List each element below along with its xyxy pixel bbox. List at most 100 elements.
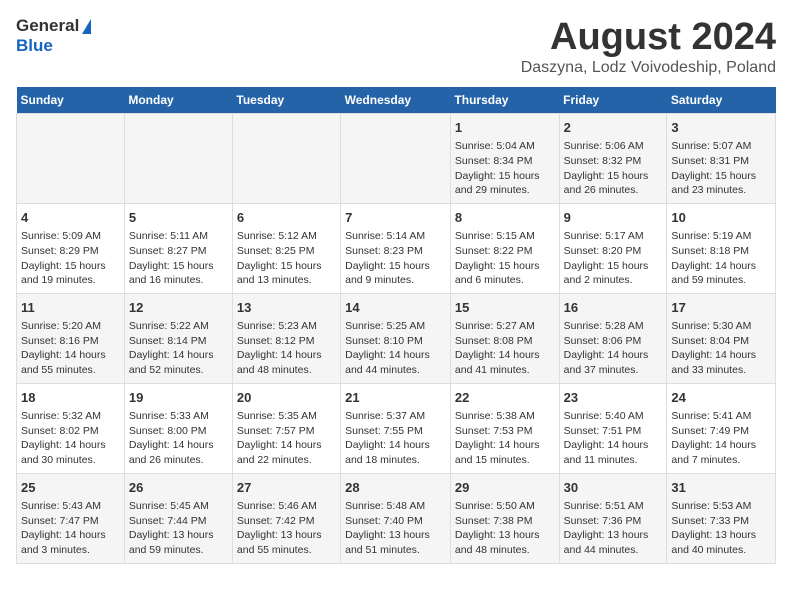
day-number: 20: [237, 389, 336, 407]
logo-blue: Blue: [16, 36, 53, 56]
header-wednesday: Wednesday: [341, 87, 451, 114]
calendar-cell: 1 Sunrise: 5:04 AM Sunset: 8:34 PM Daylig…: [450, 114, 559, 204]
calendar-cell: 22Sunrise: 5:38 AM Sunset: 7:53 PM Dayli…: [450, 383, 559, 473]
calendar-cell: 21 Sunrise: 5:37 AM Sunset: 7:55 PM Dayli…: [341, 383, 451, 473]
logo-general: General: [16, 16, 79, 36]
day-number: 7: [345, 209, 446, 227]
calendar-table: SundayMondayTuesdayWednesdayThursdayFrid…: [16, 87, 776, 564]
day-number: 15: [455, 299, 555, 317]
cell-content: Sunrise: 5:09 AM Sunset: 8:29 PM Dayligh…: [21, 229, 120, 288]
calendar-cell: 23 Sunrise: 5:40 AM Sunset: 7:51 PM Dayli…: [559, 383, 667, 473]
day-number: 26: [129, 479, 228, 497]
week-row-2: 4 Sunrise: 5:09 AM Sunset: 8:29 PM Daylig…: [17, 203, 776, 293]
calendar-cell: [232, 114, 340, 204]
day-number: 8: [455, 209, 555, 227]
calendar-cell: 14Sunrise: 5:25 AM Sunset: 8:10 PM Dayli…: [341, 293, 451, 383]
header: General Blue August 2024 Daszyna, Lodz V…: [16, 16, 776, 77]
calendar-cell: 20 Sunrise: 5:35 AM Sunset: 7:57 PM Dayli…: [232, 383, 340, 473]
cell-content: Sunrise: 5:04 AM Sunset: 8:34 PM Dayligh…: [455, 139, 555, 198]
calendar-cell: 24 Sunrise: 5:41 AM Sunset: 7:49 PM Dayli…: [667, 383, 776, 473]
page-subtitle: Daszyna, Lodz Voivodeship, Poland: [521, 59, 776, 77]
calendar-cell: [341, 114, 451, 204]
calendar-cell: 26Sunrise: 5:45 AM Sunset: 7:44 PM Dayli…: [124, 473, 232, 563]
header-saturday: Saturday: [667, 87, 776, 114]
calendar-cell: 28 Sunrise: 5:48 AM Sunset: 7:40 PM Dayli…: [341, 473, 451, 563]
calendar-cell: 13 Sunrise: 5:23 AM Sunset: 8:12 PM Dayli…: [232, 293, 340, 383]
calendar-cell: 27 Sunrise: 5:46 AM Sunset: 7:42 PM Dayli…: [232, 473, 340, 563]
header-sunday: Sunday: [17, 87, 125, 114]
day-number: 27: [237, 479, 336, 497]
calendar-cell: [124, 114, 232, 204]
day-number: 28: [345, 479, 446, 497]
calendar-cell: 31 Sunrise: 5:53 AM Sunset: 7:33 PM Dayli…: [667, 473, 776, 563]
cell-content: Sunrise: 5:15 AM Sunset: 8:22 PM Dayligh…: [455, 229, 555, 288]
calendar-cell: 19 Sunrise: 5:33 AM Sunset: 8:00 PM Dayli…: [124, 383, 232, 473]
cell-content: Sunrise: 5:37 AM Sunset: 7:55 PM Dayligh…: [345, 409, 446, 468]
day-number: 17: [671, 299, 771, 317]
calendar-cell: 7 Sunrise: 5:14 AM Sunset: 8:23 PM Daylig…: [341, 203, 451, 293]
day-number: 19: [129, 389, 228, 407]
calendar-cell: 30Sunrise: 5:51 AM Sunset: 7:36 PM Dayli…: [559, 473, 667, 563]
cell-content: Sunrise: 5:06 AM Sunset: 8:32 PM Dayligh…: [564, 139, 663, 198]
calendar-cell: 2 Sunrise: 5:06 AM Sunset: 8:32 PM Daylig…: [559, 114, 667, 204]
day-number: 23: [564, 389, 663, 407]
cell-content: Sunrise: 5:46 AM Sunset: 7:42 PM Dayligh…: [237, 499, 336, 558]
cell-content: Sunrise: 5:43 AM Sunset: 7:47 PM Dayligh…: [21, 499, 120, 558]
cell-content: Sunrise: 5:48 AM Sunset: 7:40 PM Dayligh…: [345, 499, 446, 558]
day-number: 2: [564, 119, 663, 137]
day-number: 29: [455, 479, 555, 497]
week-row-4: 18 Sunrise: 5:32 AM Sunset: 8:02 PM Dayli…: [17, 383, 776, 473]
cell-content: Sunrise: 5:30 AM Sunset: 8:04 PM Dayligh…: [671, 319, 771, 378]
calendar-cell: 12 Sunrise: 5:22 AM Sunset: 8:14 PM Dayli…: [124, 293, 232, 383]
page-title: August 2024: [521, 16, 776, 59]
day-number: 1: [455, 119, 555, 137]
header-friday: Friday: [559, 87, 667, 114]
cell-content: Sunrise: 5:14 AM Sunset: 8:23 PM Dayligh…: [345, 229, 446, 288]
cell-content: Sunrise: 5:33 AM Sunset: 8:00 PM Dayligh…: [129, 409, 228, 468]
cell-content: Sunrise: 5:12 AM Sunset: 8:25 PM Dayligh…: [237, 229, 336, 288]
day-number: 21: [345, 389, 446, 407]
day-number: 24: [671, 389, 771, 407]
week-row-5: 25Sunrise: 5:43 AM Sunset: 7:47 PM Dayli…: [17, 473, 776, 563]
cell-content: Sunrise: 5:41 AM Sunset: 7:49 PM Dayligh…: [671, 409, 771, 468]
day-number: 9: [564, 209, 663, 227]
calendar-cell: 9Sunrise: 5:17 AM Sunset: 8:20 PM Daylig…: [559, 203, 667, 293]
cell-content: Sunrise: 5:51 AM Sunset: 7:36 PM Dayligh…: [564, 499, 663, 558]
day-number: 18: [21, 389, 120, 407]
cell-content: Sunrise: 5:23 AM Sunset: 8:12 PM Dayligh…: [237, 319, 336, 378]
calendar-cell: 5Sunrise: 5:11 AM Sunset: 8:27 PM Daylig…: [124, 203, 232, 293]
calendar-cell: 25Sunrise: 5:43 AM Sunset: 7:47 PM Dayli…: [17, 473, 125, 563]
calendar-cell: 29Sunrise: 5:50 AM Sunset: 7:38 PM Dayli…: [450, 473, 559, 563]
day-number: 11: [21, 299, 120, 317]
cell-content: Sunrise: 5:07 AM Sunset: 8:31 PM Dayligh…: [671, 139, 771, 198]
calendar-cell: 15Sunrise: 5:27 AM Sunset: 8:08 PM Dayli…: [450, 293, 559, 383]
cell-content: Sunrise: 5:35 AM Sunset: 7:57 PM Dayligh…: [237, 409, 336, 468]
calendar-cell: 17 Sunrise: 5:30 AM Sunset: 8:04 PM Dayli…: [667, 293, 776, 383]
cell-content: Sunrise: 5:22 AM Sunset: 8:14 PM Dayligh…: [129, 319, 228, 378]
calendar-cell: [17, 114, 125, 204]
day-number: 31: [671, 479, 771, 497]
day-number: 16: [564, 299, 663, 317]
calendar-header-row: SundayMondayTuesdayWednesdayThursdayFrid…: [17, 87, 776, 114]
day-number: 3: [671, 119, 771, 137]
day-number: 10: [671, 209, 771, 227]
cell-content: Sunrise: 5:53 AM Sunset: 7:33 PM Dayligh…: [671, 499, 771, 558]
header-tuesday: Tuesday: [232, 87, 340, 114]
day-number: 13: [237, 299, 336, 317]
day-number: 12: [129, 299, 228, 317]
week-row-3: 11 Sunrise: 5:20 AM Sunset: 8:16 PM Dayli…: [17, 293, 776, 383]
calendar-cell: 4 Sunrise: 5:09 AM Sunset: 8:29 PM Daylig…: [17, 203, 125, 293]
calendar-cell: 10 Sunrise: 5:19 AM Sunset: 8:18 PM Dayli…: [667, 203, 776, 293]
cell-content: Sunrise: 5:28 AM Sunset: 8:06 PM Dayligh…: [564, 319, 663, 378]
day-number: 22: [455, 389, 555, 407]
day-number: 4: [21, 209, 120, 227]
cell-content: Sunrise: 5:19 AM Sunset: 8:18 PM Dayligh…: [671, 229, 771, 288]
cell-content: Sunrise: 5:40 AM Sunset: 7:51 PM Dayligh…: [564, 409, 663, 468]
title-area: August 2024 Daszyna, Lodz Voivodeship, P…: [521, 16, 776, 77]
cell-content: Sunrise: 5:11 AM Sunset: 8:27 PM Dayligh…: [129, 229, 228, 288]
week-row-1: 1 Sunrise: 5:04 AM Sunset: 8:34 PM Daylig…: [17, 114, 776, 204]
logo-triangle-icon: [82, 19, 91, 34]
cell-content: Sunrise: 5:32 AM Sunset: 8:02 PM Dayligh…: [21, 409, 120, 468]
header-thursday: Thursday: [450, 87, 559, 114]
cell-content: Sunrise: 5:20 AM Sunset: 8:16 PM Dayligh…: [21, 319, 120, 378]
